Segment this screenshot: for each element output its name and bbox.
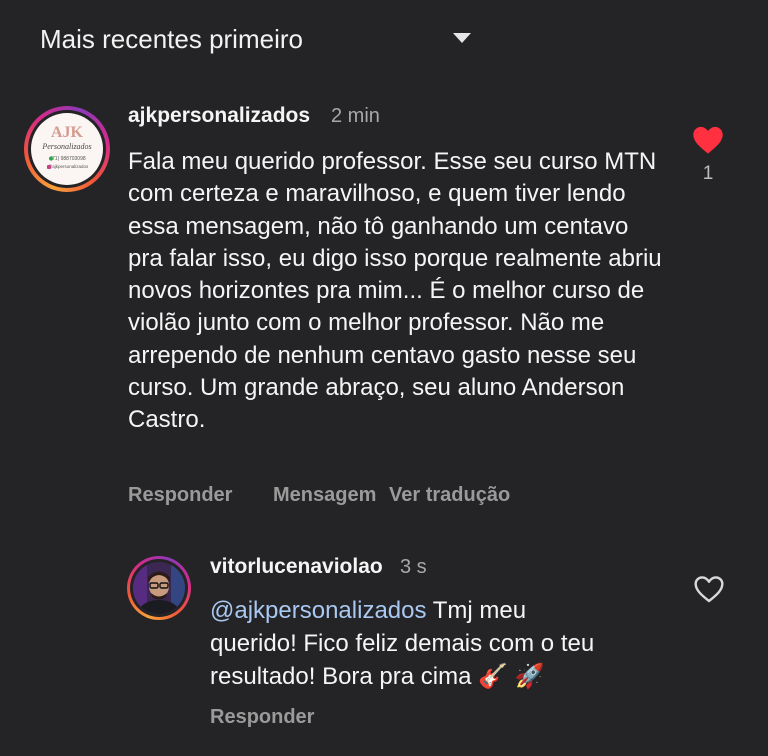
logo-phone: (71) 988703098 [50,156,86,162]
heart-outline-icon [694,576,724,603]
message-button[interactable]: Mensagem [273,484,376,507]
like-button[interactable] [693,574,725,604]
heart-filled-icon [693,126,723,154]
avatar[interactable]: AJK Personalizados (71) 988703098 @ajkpe… [24,106,110,192]
comment-text: @ajkpersonalizados Tmj meu querido! Fico… [210,597,595,690]
reply-button[interactable]: Responder [210,706,314,729]
see-translation-button[interactable]: Ver tradução [389,484,510,507]
mention-link[interactable]: @ajkpersonalizados [210,597,426,624]
comment-text: Fala meu querido professor. Esse seu cur… [128,148,662,434]
logo-script: Personalizados [41,142,91,151]
sort-dropdown[interactable]: Mais recentes primeiro [0,0,768,80]
reply-button[interactable]: Responder [128,484,232,507]
comment-username[interactable]: vitorlucenaviolao [210,555,383,579]
logo-letters: AJK [51,124,84,141]
brand-logo: AJK Personalizados (71) 988703098 @ajkpe… [31,113,103,185]
like-count: 1 [702,163,714,184]
logo-handle: @ajkpersonalizados [48,164,89,169]
comment-timestamp: 3 s [400,556,427,578]
comment-timestamp: 2 min [331,105,380,127]
chevron-down-icon [453,33,471,43]
comment-username[interactable]: ajkpersonalizados [128,104,310,128]
sort-label: Mais recentes primeiro [40,24,303,54]
avatar[interactable] [127,556,191,620]
like-button[interactable] [692,125,724,155]
profile-photo [133,562,185,614]
